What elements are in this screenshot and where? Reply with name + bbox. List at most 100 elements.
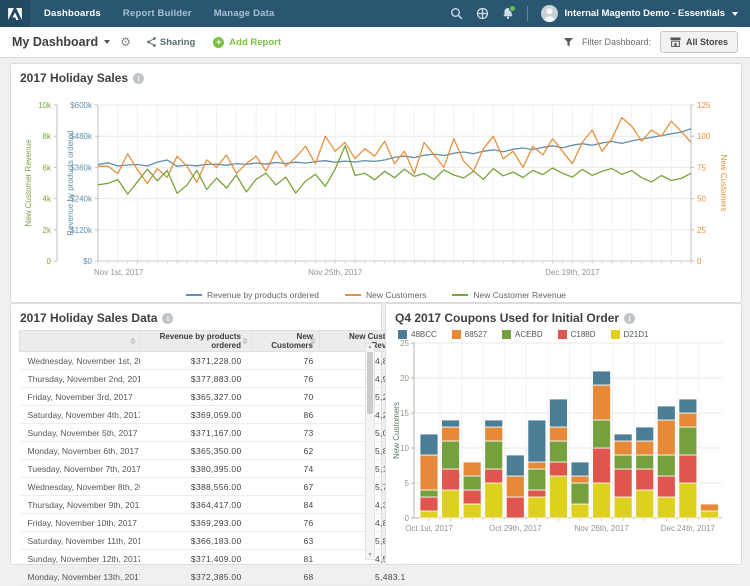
table-row: Wednesday, November 8th, 2017$388,556.00… xyxy=(20,478,406,496)
table-cell: 70 xyxy=(252,388,320,406)
table-cell: 73 xyxy=(252,424,320,442)
dashboard-title-dropdown[interactable]: My Dashboard xyxy=(12,35,110,49)
table-cell: 76 xyxy=(252,514,320,532)
notification-badge xyxy=(509,5,516,12)
legend-item[interactable]: New Customer Revenue xyxy=(452,290,566,300)
bar-segment-88527 xyxy=(549,427,567,441)
search-icon[interactable] xyxy=(450,7,463,20)
sort-icon xyxy=(310,338,316,345)
table-row: Friday, November 3rd, 2017$365,327.00705… xyxy=(20,388,406,406)
bar-segment-88527 xyxy=(614,441,632,455)
bar-segment-D21D1 xyxy=(571,504,589,518)
x-axis-tick-label: Oct 1st, 2017 xyxy=(405,524,453,533)
legend-item[interactable]: C188D xyxy=(558,330,596,339)
table-cell: $364,417.00 xyxy=(140,496,252,514)
column-header-revenue[interactable]: Revenue by products ordered xyxy=(140,331,252,352)
legend-label: 48BCC xyxy=(411,330,437,339)
info-icon[interactable] xyxy=(133,73,144,84)
scroll-down-icon[interactable]: ▼ xyxy=(368,552,373,559)
scroll-up-icon[interactable]: ▲ xyxy=(368,344,373,351)
bar-segment-D21D1 xyxy=(636,490,654,518)
table-cell: 63 xyxy=(252,532,320,550)
all-stores-label: All Stores xyxy=(686,37,728,47)
table-cell: Friday, November 3rd, 2017 xyxy=(20,388,140,406)
table-cell: Thursday, November 9th, 2017 xyxy=(20,496,140,514)
bar-segment-88527 xyxy=(442,427,460,441)
bar-segment-48BCC xyxy=(679,399,697,413)
svg-text:0: 0 xyxy=(47,257,52,266)
adobe-logo[interactable] xyxy=(0,0,30,27)
holiday-sales-data-title: 2017 Holiday Sales Data xyxy=(20,311,157,325)
add-report-button[interactable]: Add Report xyxy=(213,37,281,48)
table-cell: $369,059.00 xyxy=(140,406,252,424)
table-cell: $365,327.00 xyxy=(140,388,252,406)
chevron-down-icon xyxy=(104,40,110,44)
bar-segment-88527 xyxy=(420,455,438,490)
legend-label: New Customer Revenue xyxy=(473,290,566,300)
account-menu[interactable]: Internal Magento Demo - Essentials xyxy=(541,5,738,22)
svg-text:$0: $0 xyxy=(83,257,92,266)
bar-segment-ACEBD xyxy=(614,455,632,469)
gear-icon[interactable] xyxy=(120,36,131,48)
svg-text:8k: 8k xyxy=(43,132,52,141)
toolbar-right: Filter Dashboard: All Stores xyxy=(564,31,738,53)
nav-right: Internal Magento Demo - Essentials xyxy=(450,5,750,22)
bar-segment-ACEBD xyxy=(485,441,503,469)
legend-label: New Customers xyxy=(366,290,426,300)
table-cell: 81 xyxy=(252,550,320,568)
legend-item[interactable]: Revenue by products ordered xyxy=(186,290,319,300)
table-cell: $371,409.00 xyxy=(140,550,252,568)
table-cell: 86 xyxy=(252,406,320,424)
legend-label: Revenue by products ordered xyxy=(207,290,319,300)
bar-segment-88527 xyxy=(571,476,589,483)
bar-segment-48BCC xyxy=(657,406,675,420)
scrollbar-thumb[interactable] xyxy=(367,352,373,414)
column-header-date[interactable] xyxy=(20,331,140,352)
nav-item-dashboards[interactable]: Dashboards xyxy=(44,8,101,19)
bar-segment-88527 xyxy=(636,441,654,455)
plus-icon xyxy=(213,37,224,48)
legend-swatch xyxy=(452,294,468,296)
holiday-sales-line-chart[interactable]: 0$002k$120k254k$240k506k$360k758k$480k10… xyxy=(19,87,731,287)
legend-swatch xyxy=(398,330,407,339)
y-axis-label-revenue-by-products-ordered: Revenue by products ordered xyxy=(66,130,75,235)
info-icon[interactable] xyxy=(624,313,635,324)
card-title-row: 2017 Holiday Sales xyxy=(11,64,741,87)
table-scrollbar[interactable]: ▲ ▼ xyxy=(365,343,375,560)
legend-item[interactable]: New Customers xyxy=(345,290,426,300)
sharing-button[interactable]: Sharing xyxy=(147,37,195,48)
notifications-icon[interactable] xyxy=(502,7,514,20)
x-axis-tick-label: Dec 19th, 2017 xyxy=(545,268,600,277)
table-cell: $388,556.00 xyxy=(140,478,252,496)
table-cell: Monday, November 6th, 2017 xyxy=(20,442,140,460)
bar-segment-48BCC xyxy=(506,455,524,476)
table-cell: Monday, November 13th, 2017 xyxy=(20,568,140,586)
all-stores-button[interactable]: All Stores xyxy=(660,31,738,53)
globe-icon[interactable] xyxy=(476,7,489,20)
bar-segment-C188D xyxy=(420,497,438,511)
bar-segment-ACEBD xyxy=(528,469,546,490)
legend-item[interactable]: 48BCC xyxy=(398,330,437,339)
table-row: Sunday, November 12th, 2017$371,409.0081… xyxy=(20,550,406,568)
info-icon[interactable] xyxy=(162,313,173,324)
line-chart-legend: Revenue by products ordered New Customers… xyxy=(11,290,741,300)
table-cell: Tuesday, November 7th, 2017 xyxy=(20,460,140,478)
legend-item[interactable]: ACEBD xyxy=(502,330,543,339)
nav-item-report-builder[interactable]: Report Builder xyxy=(123,8,192,19)
table-cell: 84 xyxy=(252,496,320,514)
bar-segment-D21D1 xyxy=(679,483,697,518)
svg-text:0: 0 xyxy=(697,257,702,266)
nav-item-manage-data[interactable]: Manage Data xyxy=(214,8,275,19)
column-header-new-customers[interactable]: New Customers xyxy=(252,331,320,352)
legend-item[interactable]: D21D1 xyxy=(611,330,649,339)
table-cell: 76 xyxy=(252,370,320,388)
x-axis-tick-label: Nov 1st, 2017 xyxy=(94,268,144,277)
bar-segment-ACEBD xyxy=(571,483,589,504)
legend-item[interactable]: 88527 xyxy=(452,330,487,339)
sharing-label: Sharing xyxy=(160,37,195,48)
table-row: Saturday, November 4th, 2017$369,059.008… xyxy=(20,406,406,424)
table-cell: $371,167.00 xyxy=(140,424,252,442)
coupons-bar-chart[interactable]: 0510152025New CustomersOct 1st, 2017Oct … xyxy=(390,339,735,544)
bar-segment-ACEBD xyxy=(549,441,567,462)
share-icon xyxy=(147,37,156,47)
